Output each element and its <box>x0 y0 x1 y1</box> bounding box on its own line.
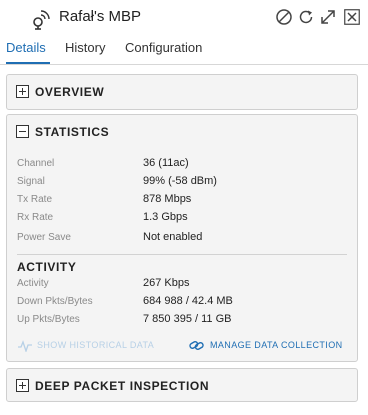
overview-toggle[interactable]: OVERVIEW <box>7 75 357 109</box>
show-historical-data-link: SHOW HISTORICAL DATA <box>18 340 155 352</box>
show-historical-data-label: SHOW HISTORICAL DATA <box>37 340 155 350</box>
dpi-section: DEEP PACKET INSPECTION <box>6 368 358 402</box>
collapse-minus-icon <box>16 125 29 138</box>
stat-value: 878 Mbps <box>143 193 192 205</box>
section-divider <box>17 254 347 255</box>
stat-row-power-save: Power Save Not enabled <box>17 229 347 247</box>
statistics-section: STATISTICS Channel 36 (11ac) Signal 99% … <box>6 114 358 362</box>
stat-label: Tx Rate <box>17 194 53 205</box>
overview-title: OVERVIEW <box>35 85 105 99</box>
stat-value: 99% (-58 dBm) <box>143 175 217 187</box>
close-icon[interactable] <box>344 9 360 25</box>
statistics-title: STATISTICS <box>35 125 110 139</box>
stat-label: Activity <box>17 278 49 289</box>
stat-row-channel: Channel 36 (11ac) <box>17 155 347 173</box>
manage-data-collection-link[interactable]: MANAGE DATA COLLECTION <box>189 340 343 350</box>
stat-row-rx-rate: Rx Rate 1.3 Gbps <box>17 209 347 227</box>
stat-value: 36 (11ac) <box>143 157 189 169</box>
stat-row-down-pkts: Down Pkts/Bytes 684 988 / 42.4 MB <box>17 293 347 311</box>
stat-row-up-pkts: Up Pkts/Bytes 7 850 395 / 11 GB <box>17 311 347 329</box>
tab-bar: Details History Configuration <box>0 38 368 64</box>
tab-details[interactable]: Details <box>6 40 46 55</box>
link-icon <box>189 341 204 350</box>
dpi-title: DEEP PACKET INSPECTION <box>35 379 210 393</box>
stat-row-tx-rate: Tx Rate 878 Mbps <box>17 191 347 209</box>
block-icon[interactable] <box>275 8 293 26</box>
refresh-icon[interactable] <box>297 8 315 26</box>
tabs-divider <box>0 64 368 65</box>
stat-label: Up Pkts/Bytes <box>17 314 80 325</box>
stat-label: Rx Rate <box>17 212 54 223</box>
expand-icon[interactable] <box>319 8 337 26</box>
stat-value: 7 850 395 / 11 GB <box>143 313 232 325</box>
stat-label: Down Pkts/Bytes <box>17 296 93 307</box>
expand-plus-icon <box>16 379 29 392</box>
stat-label: Signal <box>17 176 45 187</box>
panel-header: Rafał's MBP <box>0 0 368 36</box>
expand-plus-icon <box>16 85 29 98</box>
activity-heading: ACTIVITY <box>17 260 77 274</box>
tab-configuration[interactable]: Configuration <box>125 40 202 55</box>
stat-value: 684 988 / 42.4 MB <box>143 295 233 307</box>
stat-row-signal: Signal 99% (-58 dBm) <box>17 173 347 191</box>
stat-label: Power Save <box>17 232 71 243</box>
stat-row-activity: Activity 267 Kbps <box>17 275 347 293</box>
wireless-client-icon <box>31 6 51 30</box>
stat-value: Not enabled <box>143 231 203 243</box>
statistics-toggle[interactable]: STATISTICS <box>7 115 357 149</box>
activity-graph-icon <box>18 340 32 352</box>
statistics-footer: SHOW HISTORICAL DATA MANAGE DATA COLLECT… <box>7 339 357 355</box>
stat-value: 267 Kbps <box>143 277 190 289</box>
manage-data-collection-label: MANAGE DATA COLLECTION <box>210 340 343 350</box>
device-title: Rafał's MBP <box>59 8 142 25</box>
dpi-toggle[interactable]: DEEP PACKET INSPECTION <box>7 369 357 403</box>
tab-history[interactable]: History <box>65 40 105 55</box>
stat-label: Channel <box>17 158 55 169</box>
stat-value: 1.3 Gbps <box>143 211 188 223</box>
overview-section: OVERVIEW <box>6 74 358 110</box>
